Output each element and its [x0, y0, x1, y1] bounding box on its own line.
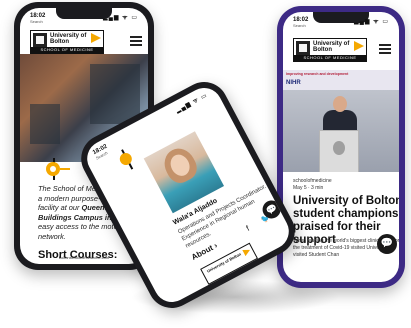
- post-author[interactable]: schoolofmedicine: [293, 178, 332, 185]
- flag-icon: [242, 247, 251, 256]
- status-bar: 18:02 Search ▂▄▆ ᯤ ▭: [283, 12, 399, 28]
- status-icons: ▂▄▆ ᯤ ▭: [103, 15, 138, 21]
- status-sub-label: Search: [30, 19, 43, 24]
- banner-org: NIHR: [286, 80, 301, 86]
- phone-right: 18:02 Search ▂▄▆ ᯤ ▭ University of Bolto…: [277, 6, 405, 288]
- banner-tag: Improving research and development: [286, 72, 349, 76]
- chat-bubble-icon[interactable]: 💬: [377, 234, 397, 254]
- status-icons: ▂▄▆ ᯤ ▭: [175, 92, 209, 115]
- device-mockup-scene: 18:02 Search ▂▄▆ ᯤ ▭ University of Bolto…: [0, 0, 411, 328]
- lectern: [319, 130, 359, 172]
- status-icons: ▂▄▆ ᯤ ▭: [354, 19, 389, 25]
- logo-band: SCHOOL OF MEDICINE: [31, 47, 103, 53]
- hamburger-icon[interactable]: [130, 36, 142, 46]
- university-logo[interactable]: University of Bolton SCHOOL OF MEDICINE: [293, 38, 367, 62]
- hamburger-icon[interactable]: [379, 44, 391, 54]
- post-meta: schoolofmedicine May 5 · 3 min: [293, 178, 332, 192]
- status-sub-label: Search: [293, 23, 306, 28]
- post-date: May 5 · 3 min: [293, 185, 324, 191]
- logo-band: SCHOOL OF MEDICINE: [294, 55, 366, 61]
- timeline-dot: [46, 162, 60, 176]
- nihr-banner: Improving research and development NIHR: [283, 70, 399, 90]
- university-logo[interactable]: University of Bolton SCHOOL OF MEDICINE: [30, 30, 104, 54]
- speaker-photo: Improving research and development NIHR: [283, 70, 399, 172]
- timeline-connector: [60, 168, 70, 170]
- status-bar: 18:02 Search ▂▄▆ ᯤ ▭: [20, 8, 148, 24]
- phone-right-screen: 18:02 Search ▂▄▆ ᯤ ▭ University of Bolto…: [283, 12, 399, 282]
